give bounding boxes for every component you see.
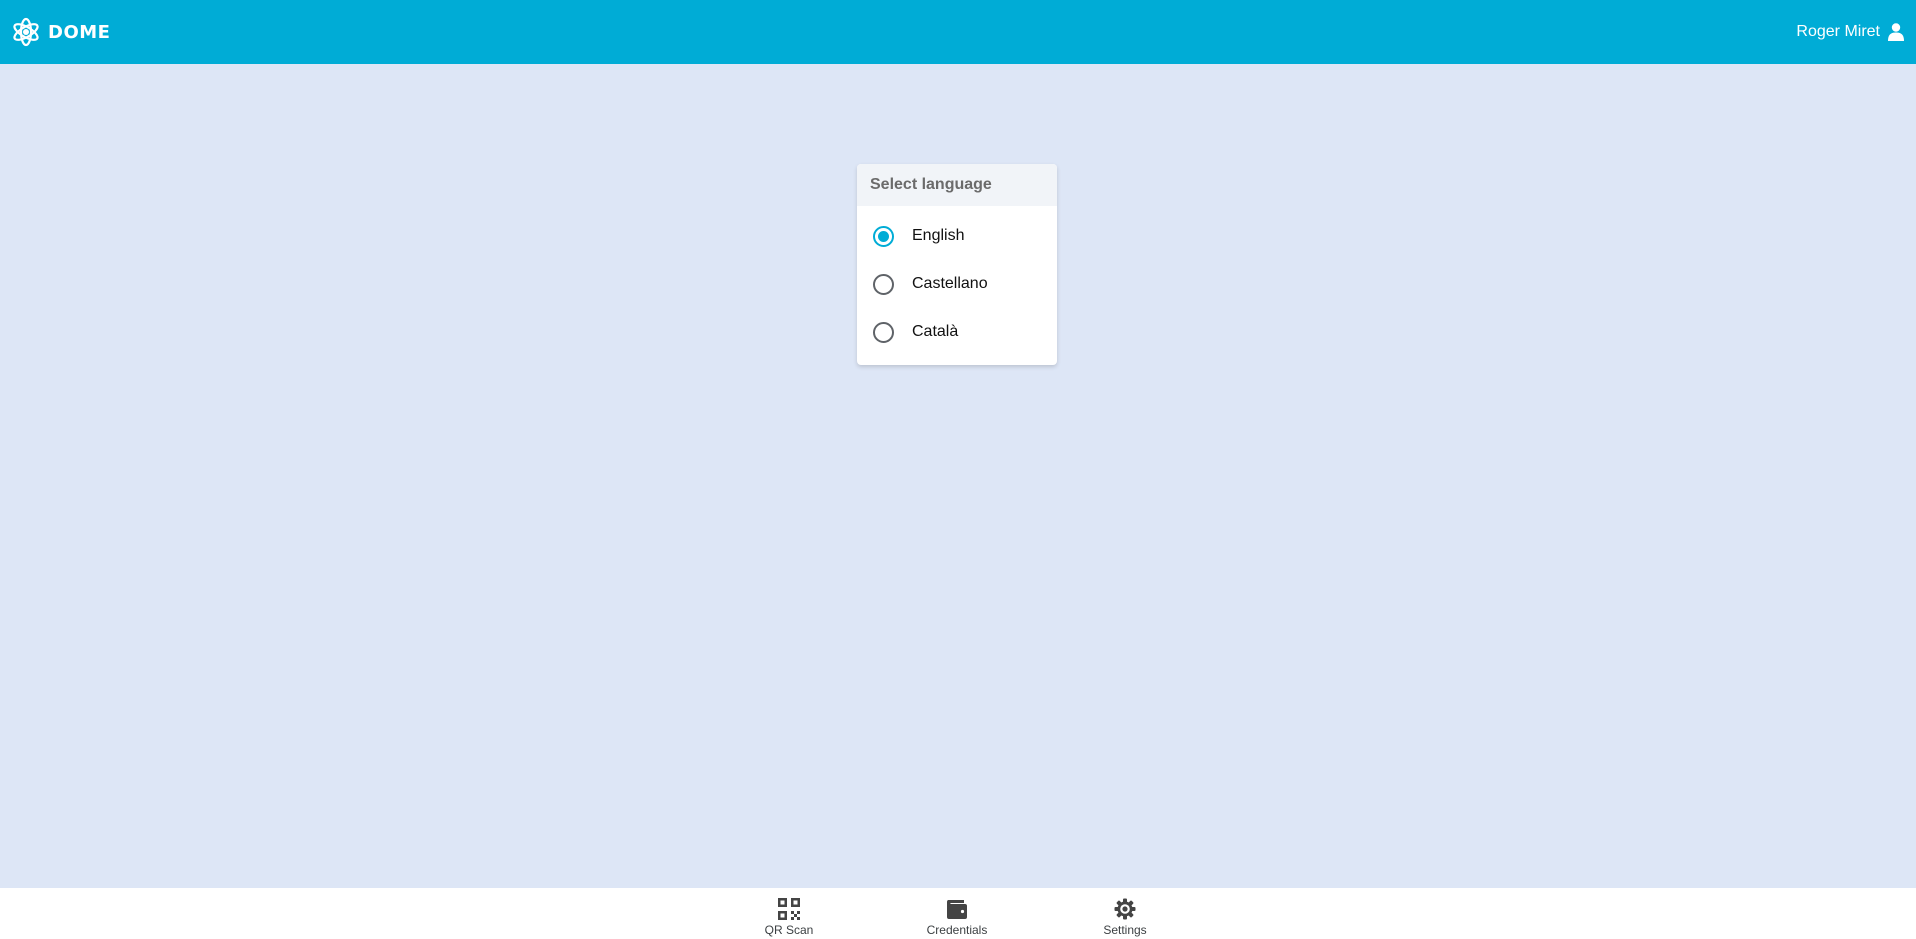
radio-button-castellano[interactable] bbox=[873, 273, 894, 295]
radio-button-catala[interactable] bbox=[873, 321, 894, 343]
wallet-icon bbox=[946, 898, 968, 920]
brand-logo[interactable]: DOME bbox=[10, 16, 110, 48]
nav-tab-qr-scan[interactable]: QR Scan bbox=[719, 888, 859, 939]
nav-tab-credentials[interactable]: Credentials bbox=[887, 888, 1027, 939]
brand-name: DOME bbox=[48, 21, 111, 43]
language-option-catala[interactable]: Català bbox=[857, 308, 1057, 356]
gear-icon bbox=[1114, 898, 1136, 920]
top-app-bar: DOME Roger Miret bbox=[0, 0, 1916, 64]
language-option-english[interactable]: English bbox=[857, 212, 1057, 260]
language-option-castellano[interactable]: Castellano bbox=[857, 260, 1057, 308]
language-options: English Castellano Català bbox=[857, 206, 1057, 365]
user-menu[interactable]: Roger Miret bbox=[1796, 23, 1904, 41]
language-label-castellano: Castellano bbox=[912, 275, 988, 292]
person-icon bbox=[1888, 23, 1904, 41]
nav-label-qr-scan: QR Scan bbox=[764, 923, 814, 937]
user-name: Roger Miret bbox=[1796, 23, 1880, 40]
language-label-catala: Català bbox=[912, 323, 959, 340]
nav-tab-settings[interactable]: Settings bbox=[1055, 888, 1195, 939]
dome-logo-icon bbox=[10, 16, 42, 48]
language-label-english: English bbox=[912, 227, 965, 244]
qr-code-icon bbox=[778, 898, 800, 920]
bottom-navigation: QR Scan Credentials Settings bbox=[0, 888, 1916, 939]
radio-selected-dot bbox=[878, 230, 889, 242]
language-selector-card: Select language English Castellano Catal… bbox=[857, 164, 1057, 365]
language-selector-title: Select language bbox=[857, 164, 1057, 206]
nav-label-credentials: Credentials bbox=[926, 923, 988, 937]
nav-label-settings: Settings bbox=[1103, 923, 1147, 937]
radio-button-english[interactable] bbox=[873, 225, 894, 247]
